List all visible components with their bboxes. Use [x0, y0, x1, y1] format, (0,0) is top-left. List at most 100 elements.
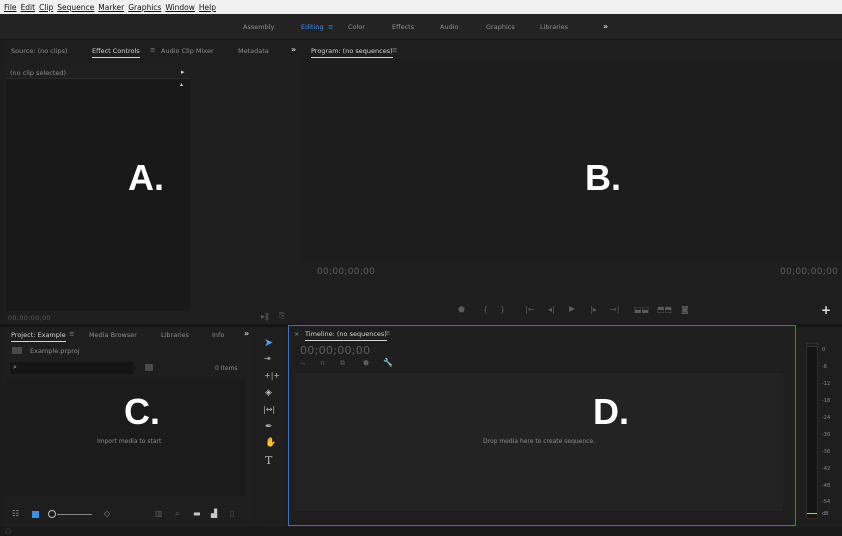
- zoom-slider-handle[interactable]: [48, 510, 56, 518]
- tab-effect-controls[interactable]: Effect Controls: [92, 47, 140, 58]
- workspace-tab-audio[interactable]: Audio: [440, 23, 458, 31]
- tab-audio-clip-mixer[interactable]: Audio Clip Mixer: [161, 47, 214, 55]
- tab-timeline[interactable]: Timeline: (no sequences): [305, 330, 387, 341]
- new-search-bin-icon[interactable]: [145, 364, 153, 371]
- effect-controls-timeline-area: [192, 67, 299, 311]
- workspace-overflow-icon[interactable]: »: [603, 22, 608, 31]
- new-bin-icon[interactable]: ▬: [193, 510, 201, 518]
- insert-overwrite-icon[interactable]: ⤷: [301, 360, 305, 367]
- menu-marker[interactable]: Marker: [98, 3, 124, 12]
- razor-tool-icon[interactable]: ◈: [265, 389, 272, 398]
- type-tool-icon[interactable]: T: [265, 455, 272, 466]
- menu-clip[interactable]: Clip: [39, 3, 53, 12]
- go-to-out-icon[interactable]: →|: [610, 306, 619, 314]
- collapse-up-icon[interactable]: ▴: [180, 81, 183, 88]
- region-label-a: A.: [128, 157, 164, 198]
- workspace-tab-assembly[interactable]: Assembly: [243, 23, 274, 31]
- audio-peak-indicator[interactable]: [807, 344, 817, 347]
- filter-icon[interactable]: ▸ǁ: [261, 313, 269, 321]
- overwrite-icon[interactable]: ⬒⬒: [657, 306, 672, 314]
- automate-to-sequence-icon[interactable]: ▥: [155, 510, 163, 518]
- list-view-icon[interactable]: ☷: [12, 510, 19, 518]
- project-panel-overflow-icon[interactable]: »: [244, 329, 249, 338]
- effect-controls-menu-icon[interactable]: ≡: [147, 46, 155, 54]
- sort-icon[interactable]: ◇: [104, 510, 110, 518]
- status-bar: ◌: [0, 527, 842, 536]
- snap-icon[interactable]: ∩: [320, 360, 325, 367]
- find-icon[interactable]: ⌕: [175, 510, 179, 518]
- track-select-tool-icon[interactable]: ⇥: [264, 355, 271, 363]
- export-frame-icon[interactable]: ◙: [681, 306, 689, 314]
- tab-project[interactable]: Project: Example: [11, 331, 66, 342]
- workspace-bar: Assembly Editing ≡ Color Effects Audio G…: [0, 14, 842, 40]
- project-search-input[interactable]: ⌕: [10, 362, 134, 374]
- go-to-in-icon[interactable]: |←: [525, 306, 534, 314]
- no-clip-label: (no clip selected): [10, 69, 67, 77]
- clear-icon[interactable]: ▯: [230, 510, 234, 518]
- project-panel: Project: Example ≡ Media Browser Librari…: [4, 327, 254, 527]
- tab-media-browser[interactable]: Media Browser: [89, 331, 137, 339]
- tools-panel: ➤ ⇥ +|+ ◈ |↔| ✒ ✋ T: [257, 327, 285, 527]
- hand-tool-icon[interactable]: ✋: [265, 439, 276, 448]
- selection-tool-icon[interactable]: ➤: [264, 337, 273, 348]
- play-icon[interactable]: ▶: [569, 305, 575, 313]
- add-marker-timeline-icon[interactable]: ⬟: [363, 360, 369, 367]
- workspace-tab-editing[interactable]: Editing: [301, 23, 324, 31]
- menu-edit[interactable]: Edit: [21, 3, 36, 12]
- meter-scale-54: -54: [822, 499, 831, 505]
- menu-graphics[interactable]: Graphics: [128, 3, 161, 12]
- menu-file[interactable]: File: [4, 3, 17, 12]
- workspace-tab-graphics[interactable]: Graphics: [486, 23, 515, 31]
- source-panel-overflow-icon[interactable]: »: [291, 45, 296, 54]
- project-bin-icon: [12, 347, 22, 354]
- ripple-edit-tool-icon[interactable]: +|+: [264, 372, 280, 380]
- tab-libraries[interactable]: Libraries: [161, 331, 189, 339]
- timeline-settings-icon[interactable]: 🔧: [383, 359, 393, 367]
- expand-right-icon[interactable]: ▸: [181, 68, 185, 76]
- audio-meter-panel: 0 -6 -12 -18 -24 -30 -36 -42 -48 -54 dB: [799, 327, 842, 527]
- program-duration-timecode: 00;00;00;00: [780, 267, 839, 277]
- program-monitor-panel: Program: (no sequences) ≡ 00;00;00;00 00…: [303, 41, 842, 324]
- status-icon[interactable]: ◌: [5, 527, 11, 535]
- region-label-c: C.: [124, 391, 160, 432]
- pen-tool-icon[interactable]: ✒: [265, 423, 273, 432]
- workspace-tab-color[interactable]: Color: [348, 23, 365, 31]
- menu-window[interactable]: Window: [165, 3, 195, 12]
- menu-sequence[interactable]: Sequence: [57, 3, 94, 12]
- drop-media-prompt: Drop media here to create sequence.: [483, 438, 596, 445]
- workspace-menu-icon[interactable]: ≡: [328, 23, 333, 31]
- icon-view-icon[interactable]: [32, 511, 39, 518]
- audio-meter-bar: [806, 343, 818, 519]
- new-item-icon[interactable]: ▟: [211, 510, 217, 518]
- tab-source[interactable]: Source: (no clips): [11, 47, 68, 55]
- tab-info[interactable]: Info: [212, 331, 224, 339]
- slip-tool-icon[interactable]: |↔|: [263, 406, 275, 414]
- tab-program[interactable]: Program: (no sequences): [311, 47, 393, 58]
- mark-out-icon[interactable]: }: [500, 306, 505, 314]
- program-playhead-timecode[interactable]: 00;00;00;00: [317, 267, 375, 277]
- step-forward-icon[interactable]: |▸: [590, 306, 597, 314]
- insert-icon[interactable]: ⬓⬓: [634, 306, 649, 314]
- tab-metadata[interactable]: Metadata: [238, 47, 269, 55]
- program-menu-icon[interactable]: ≡: [392, 46, 397, 54]
- clip-header: (no clip selected) ▸: [6, 67, 190, 79]
- timeline-close-icon[interactable]: ×: [294, 330, 299, 338]
- export-icon[interactable]: ⎘: [279, 312, 285, 320]
- step-back-icon[interactable]: ◂|: [548, 306, 555, 314]
- timeline-playhead-timecode[interactable]: 00;00;00;00: [300, 344, 370, 357]
- workspace-tab-libraries[interactable]: Libraries: [540, 23, 568, 31]
- button-editor-add-icon[interactable]: +: [821, 303, 831, 317]
- meter-scale-48: -48: [822, 483, 831, 489]
- meter-scale-24: -24: [822, 415, 831, 421]
- add-marker-icon[interactable]: ⬟: [458, 306, 465, 314]
- timeline-drop-area[interactable]: Drop media here to create sequence.: [295, 373, 783, 511]
- menu-bar: File Edit Clip Sequence Marker Graphics …: [0, 0, 842, 14]
- menu-help[interactable]: Help: [199, 3, 216, 12]
- linked-selection-icon[interactable]: ⧉: [340, 360, 345, 367]
- meter-scale-db: dB: [822, 511, 829, 517]
- project-menu-icon[interactable]: ≡: [69, 330, 74, 338]
- timeline-menu-icon[interactable]: ≡: [385, 329, 390, 337]
- zoom-slider-track[interactable]: [57, 514, 92, 515]
- mark-in-icon[interactable]: {: [483, 306, 488, 314]
- workspace-tab-effects[interactable]: Effects: [392, 23, 414, 31]
